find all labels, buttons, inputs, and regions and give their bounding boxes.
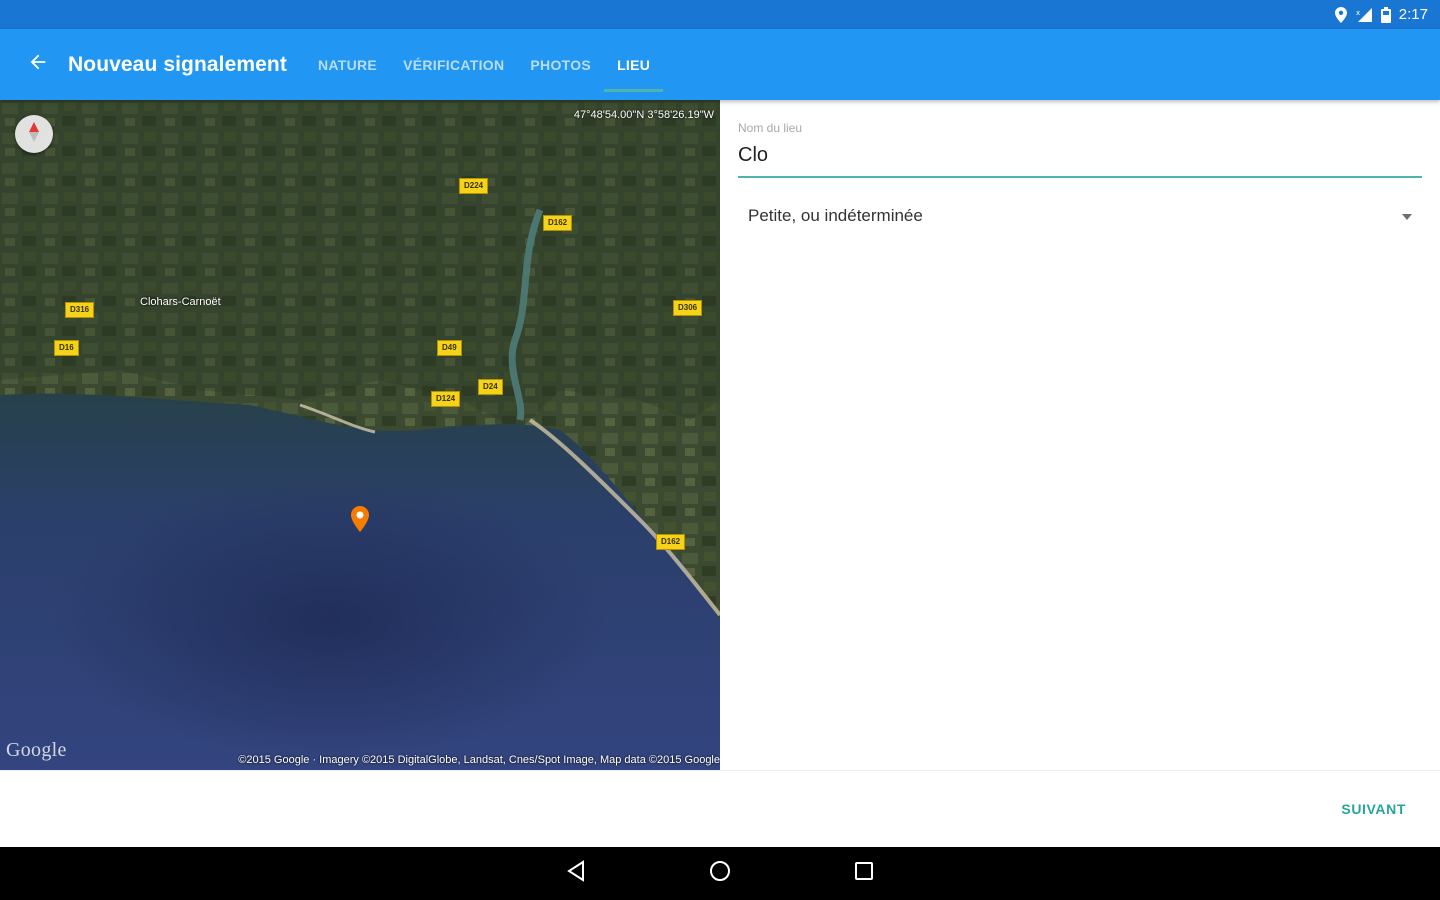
place-form: Nom du lieu Petite, ou indéterminée bbox=[720, 100, 1440, 770]
tab-verification[interactable]: VÉRIFICATION bbox=[390, 29, 517, 100]
size-select[interactable]: Petite, ou indéterminée bbox=[738, 196, 1422, 236]
system-nav-bar bbox=[0, 847, 1440, 900]
coordinates-readout: 47°48'54.00"N 3°58'26.19"W bbox=[573, 109, 714, 121]
status-bar: x 2:17 bbox=[0, 0, 1440, 29]
size-select-value: Petite, ou indéterminée bbox=[748, 206, 923, 225]
dropdown-arrow-icon bbox=[1402, 207, 1412, 225]
road-label: D306 bbox=[673, 300, 703, 316]
place-name-input[interactable] bbox=[738, 140, 1422, 178]
nav-recents-button[interactable] bbox=[848, 858, 880, 890]
arrow-back-icon bbox=[27, 51, 49, 78]
app-bar: Nouveau signalement NATURE VÉRIFICATION … bbox=[0, 29, 1440, 100]
satellite-map[interactable]: 47°48'54.00"N 3°58'26.19"W Clohars-Carno… bbox=[0, 100, 720, 770]
tab-photos[interactable]: PHOTOS bbox=[517, 29, 604, 100]
road-label: D316 bbox=[65, 302, 95, 318]
status-time: 2:17 bbox=[1398, 6, 1428, 23]
compass-button[interactable] bbox=[15, 115, 53, 153]
bottom-action-bar: SUIVANT bbox=[0, 770, 1440, 847]
page-title: Nouveau signalement bbox=[68, 52, 287, 76]
road-label: D49 bbox=[437, 340, 462, 356]
road-label: D224 bbox=[459, 178, 489, 194]
battery-icon bbox=[1380, 6, 1391, 23]
map-terrain bbox=[0, 100, 720, 770]
back-button[interactable] bbox=[20, 47, 56, 83]
tab-bar: NATURE VÉRIFICATION PHOTOS LIEU bbox=[305, 29, 664, 100]
tab-lieu[interactable]: LIEU bbox=[604, 29, 664, 100]
nav-back-button[interactable] bbox=[560, 858, 592, 890]
road-label: D24 bbox=[478, 379, 503, 395]
signal-icon: x bbox=[1355, 7, 1373, 23]
google-logo: Google bbox=[6, 739, 67, 761]
recents-square-icon bbox=[854, 861, 874, 886]
location-marker[interactable] bbox=[351, 506, 369, 537]
nav-home-button[interactable] bbox=[704, 858, 736, 890]
road-label: D162 bbox=[656, 534, 686, 550]
map-pin-icon bbox=[351, 506, 369, 536]
road-label: D16 bbox=[54, 340, 79, 356]
map-attribution: ©2015 Google · Imagery ©2015 DigitalGlob… bbox=[238, 754, 720, 766]
road-label: D162 bbox=[543, 215, 573, 231]
home-circle-icon bbox=[709, 860, 731, 887]
next-button[interactable]: SUIVANT bbox=[1327, 789, 1420, 829]
road-label: D124 bbox=[431, 391, 461, 407]
compass-icon bbox=[27, 121, 41, 147]
place-name-label: Nom du lieu bbox=[738, 121, 803, 135]
tab-nature[interactable]: NATURE bbox=[305, 29, 390, 100]
location-icon bbox=[1334, 6, 1347, 23]
place-label: Clohars-Carnoët bbox=[140, 296, 221, 308]
svg-text:x: x bbox=[1356, 9, 1360, 17]
back-triangle-icon bbox=[566, 860, 586, 887]
